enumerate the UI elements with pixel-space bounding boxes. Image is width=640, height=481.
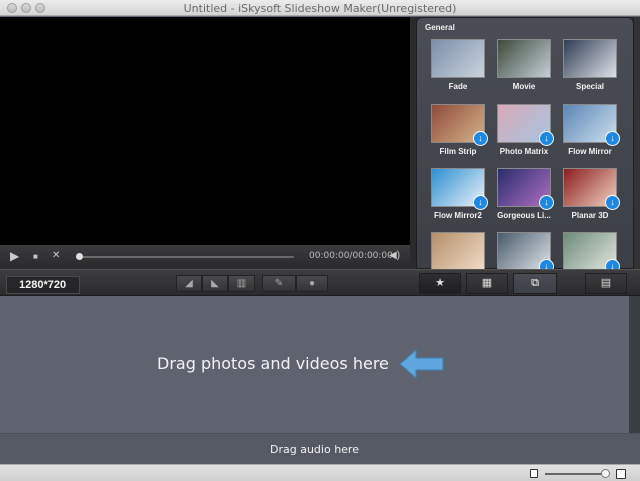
tab-themes[interactable]: ★ [419,273,461,294]
effects-panel: General Fade Movie Special ↓ Film Strip ↓ Phot… [410,17,640,274]
transition-thumbnail[interactable]: ↓ [563,104,620,146]
download-icon[interactable]: ↓ [539,195,554,210]
download-icon[interactable]: ↓ [605,195,620,210]
play-icon[interactable]: ▶ [10,249,19,263]
resolution-display[interactable]: 1280*720 [6,276,80,294]
rotate-left-icon: ◢ [185,278,193,289]
transition-label: Planar 3D [571,211,609,220]
transition-label: Photo Matrix [499,147,549,156]
rotate-right-button[interactable]: ◣ [202,275,228,292]
microphone-icon: ● [308,278,316,289]
volume-icon[interactable]: ◀) [389,250,400,261]
zoom-out-icon[interactable] [530,469,538,478]
transition-label: Flow Mirror [568,147,612,156]
edit-button[interactable]: ✎ [262,275,296,292]
panel-scrollbar[interactable] [634,17,640,269]
audio-drop-area[interactable]: Drag audio here [0,433,640,464]
tab-transitions[interactable]: ⧉ [513,273,557,294]
transition-label: Special [575,82,604,91]
transition-thumbnail[interactable]: ↓ [497,168,554,210]
record-voice-button[interactable]: ● [296,275,328,292]
video-preview[interactable] [0,17,410,245]
transition-thumbnail[interactable]: ↓ [497,104,554,146]
drop-media-hint: Drag photos and videos here [157,354,389,373]
status-bar [0,464,640,481]
drop-audio-hint: Drag audio here [270,443,359,456]
trash-icon: ▥ [236,278,247,289]
timecode-display: 00:00:00/00:00:00 [309,251,393,261]
window-title: Untitled - iSkysoft Slideshow Maker(Unre… [183,2,457,15]
transitions-icon: ⧉ [531,277,539,289]
transition-label: Film Strip [439,147,477,156]
rotate-right-icon: ◣ [211,278,219,289]
fullscreen-icon[interactable]: ✕ [52,250,60,261]
storyboard-drop-area[interactable]: Drag photos and videos here [0,296,629,433]
transition-thumbnail[interactable] [431,39,485,78]
title-bar: Untitled - iSkysoft Slideshow Maker(Unre… [0,0,640,16]
transition-label: Gorgeous Li... [497,211,551,220]
download-icon[interactable]: ↓ [473,195,488,210]
transitions-library: General Fade Movie Special ↓ Film Strip ↓ Phot… [416,17,634,274]
rotate-left-button[interactable]: ◢ [176,275,202,292]
transition-thumbnail[interactable] [497,39,551,78]
transition-thumbnail[interactable] [563,39,617,78]
delete-button[interactable]: ▥ [228,275,255,292]
tab-music[interactable]: ▤ [585,273,627,294]
storyboard-scrollbar[interactable] [629,296,640,433]
playback-slider-knob[interactable] [76,253,83,260]
playback-track[interactable] [76,256,294,258]
transition-label: Fade [448,82,468,91]
playback-bar: ▶ ■ ✕ 00:00:00/00:00:00 ◀) [0,245,410,269]
download-icon[interactable]: ↓ [473,131,488,146]
edit-toolbar: 1280*720 ◢ ◣ ▥ ✎ ● ★ ▦ ⧉ ▤ [0,269,640,296]
transition-label: Movie [512,82,536,91]
transition-thumbnail[interactable]: ↓ [497,232,554,274]
calendar-icon: ▦ [481,277,493,289]
zoom-in-icon[interactable] [616,469,626,479]
zoom-slider-knob[interactable] [601,469,610,478]
zoom-slider-track[interactable] [545,473,607,475]
app-window: Untitled - iSkysoft Slideshow Maker(Unre… [0,0,640,481]
download-icon[interactable]: ↓ [605,131,620,146]
star-icon: ★ [435,277,445,289]
stop-icon[interactable]: ■ [33,252,38,261]
download-icon[interactable]: ↓ [539,131,554,146]
arrow-left-icon [400,349,444,379]
section-label: General [425,23,455,32]
tab-titles[interactable]: ▦ [466,273,508,294]
transition-thumbnail[interactable]: ↓ [431,104,488,146]
transition-thumbnail[interactable] [431,232,485,271]
pencil-icon: ✎ [274,278,284,289]
document-icon: ▤ [600,277,612,289]
transition-thumbnail[interactable]: ↓ [431,168,488,210]
transition-label: Flow Mirror2 [433,211,482,220]
transition-thumbnail[interactable]: ↓ [563,232,620,274]
transition-thumbnail[interactable]: ↓ [563,168,620,210]
